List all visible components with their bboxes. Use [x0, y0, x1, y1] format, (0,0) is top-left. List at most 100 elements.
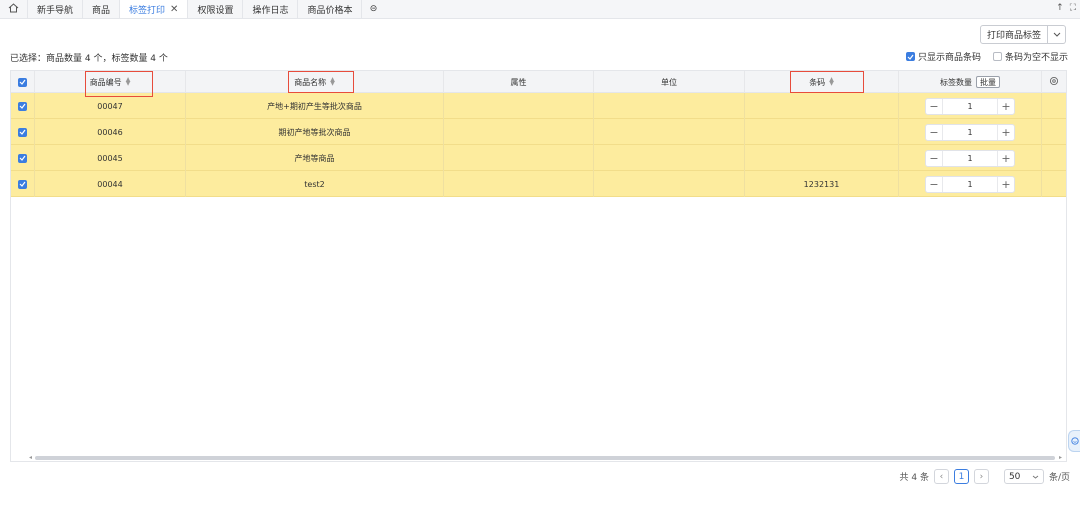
home-icon [8, 2, 19, 16]
plus-button[interactable]: + [998, 177, 1014, 192]
home-tab[interactable] [0, 0, 28, 18]
cell-code: 00044 [35, 171, 186, 197]
header-name[interactable]: 商品名称 ▲ ▼ [186, 71, 444, 93]
select-all-cell[interactable] [11, 71, 35, 93]
cell-label-qty: − 1 + [899, 119, 1042, 145]
sort-icon[interactable]: ▲ ▼ [126, 77, 131, 87]
fullscreen-icon[interactable]: ⛶ [1070, 3, 1076, 13]
table-header: 商品编号 ▲ ▼ 商品名称 ▲ ▼ 属性 单位 条码 ▲ ▼ 标签数量 批量 [11, 71, 1066, 93]
cell-unit [594, 171, 745, 197]
checkbox-checked-icon[interactable] [18, 153, 27, 163]
header-attr: 属性 [444, 71, 594, 93]
cell-spacer [1042, 171, 1066, 197]
total-count: 共 4 条 [899, 473, 929, 483]
page-size-unit: 条/页 [1048, 473, 1070, 483]
minus-button[interactable]: − [926, 125, 942, 140]
next-page-button[interactable]: › [973, 469, 989, 484]
table-row[interactable]: 00044 test2 1232131 − 1 + [11, 171, 1066, 197]
scroll-right-icon[interactable]: ▸ [1059, 454, 1062, 461]
page-size-select[interactable]: 50 [1003, 469, 1044, 484]
cell-code: 00047 [35, 93, 186, 119]
only-barcode-option[interactable]: 只显示商品条码 [905, 50, 981, 63]
hide-empty-barcode-option[interactable]: 条码为空不显示 [992, 50, 1068, 63]
row-select-cell[interactable] [11, 93, 35, 119]
tab-price-book[interactable]: 商品价格本 [298, 0, 363, 18]
checkbox-checked-icon[interactable] [905, 52, 915, 61]
checkbox-checked-icon[interactable] [18, 77, 27, 87]
minus-button[interactable]: − [926, 99, 942, 114]
cell-barcode [745, 119, 899, 145]
row-select-cell[interactable] [11, 119, 35, 145]
header-label: 商品编号 [89, 77, 122, 87]
column-settings-cell[interactable] [1042, 71, 1066, 93]
print-dropdown-button[interactable] [1048, 25, 1066, 44]
tab-label-print[interactable]: 标签打印 ✕ [120, 0, 189, 18]
plus-button[interactable]: + [998, 99, 1014, 114]
more-tabs-icon[interactable]: ⊝ [362, 0, 384, 18]
page-number-button[interactable]: 1 [953, 469, 969, 484]
scroll-left-icon[interactable]: ◂ [29, 454, 32, 461]
cell-spacer [1042, 145, 1066, 171]
cell-name: 期初产地等批次商品 [186, 119, 444, 145]
arrow-up-icon[interactable]: ↑ [1056, 3, 1064, 13]
cell-label-qty: − 1 + [899, 171, 1042, 197]
checkbox-unchecked-icon[interactable] [992, 52, 1002, 61]
sort-icon[interactable]: ▲ ▼ [829, 77, 834, 87]
sort-icon[interactable]: ▲ ▼ [330, 77, 335, 87]
cell-barcode [745, 145, 899, 171]
close-icon[interactable]: ✕ [170, 4, 178, 15]
quantity-input[interactable]: 1 [942, 150, 998, 166]
more-glyph: ⊝ [369, 4, 378, 14]
quantity-input[interactable]: 1 [942, 98, 998, 114]
tab-permissions[interactable]: 权限设置 [188, 0, 244, 18]
print-labels-button[interactable]: 打印商品标签 [979, 25, 1048, 44]
table-row[interactable]: 00047 产地+期初产生等批次商品 − 1 + [11, 93, 1066, 119]
quantity-stepper: − 1 + [925, 175, 1015, 193]
tab-label: 商品 [92, 5, 111, 16]
minus-button[interactable]: − [926, 177, 942, 192]
chevron-down-icon [1053, 30, 1061, 40]
cell-code: 00045 [35, 145, 186, 171]
row-select-cell[interactable] [11, 145, 35, 171]
cell-label-qty: − 1 + [899, 93, 1042, 119]
cell-unit [594, 119, 745, 145]
checkbox-checked-icon[interactable] [18, 179, 27, 189]
page-size-value: 50 [1008, 471, 1021, 482]
checkbox-checked-icon[interactable] [18, 127, 27, 137]
quantity-stepper: − 1 + [925, 123, 1015, 141]
cell-barcode: 1232131 [745, 171, 899, 197]
batch-button[interactable]: 批量 [976, 76, 1000, 88]
print-button-group: 打印商品标签 [979, 25, 1066, 44]
chevron-down-icon [1032, 472, 1039, 482]
display-options: 只显示商品条码 条码为空不显示 [905, 50, 1068, 63]
label-table: 商品编号 ▲ ▼ 商品名称 ▲ ▼ 属性 单位 条码 ▲ ▼ 标签数量 批量 0… [10, 70, 1067, 462]
quantity-input[interactable]: 1 [942, 176, 998, 192]
cell-unit [594, 145, 745, 171]
tab-guide[interactable]: 新手导航 [28, 0, 84, 18]
header-unit: 单位 [594, 71, 745, 93]
tab-label: 操作日志 [252, 5, 289, 16]
tab-goods[interactable]: 商品 [83, 0, 121, 18]
cell-name: test2 [186, 171, 444, 197]
option-label: 只显示商品条码 [917, 53, 981, 63]
header-label: 单位 [661, 77, 677, 87]
plus-button[interactable]: + [998, 125, 1014, 140]
header-label: 标签数量 [940, 77, 972, 87]
tab-operation-log[interactable]: 操作日志 [243, 0, 299, 18]
tab-label: 新手导航 [37, 5, 74, 16]
row-select-cell[interactable] [11, 171, 35, 197]
header-code[interactable]: 商品编号 ▲ ▼ [35, 71, 186, 93]
cell-attr [444, 93, 594, 119]
checkbox-checked-icon[interactable] [18, 101, 27, 111]
horizontal-scrollbar[interactable] [35, 456, 1055, 460]
prev-page-button[interactable]: ‹ [933, 469, 949, 484]
tab-label: 标签打印 [129, 5, 166, 16]
plus-button[interactable]: + [998, 151, 1014, 166]
header-barcode[interactable]: 条码 ▲ ▼ [745, 71, 899, 93]
gear-icon[interactable] [1049, 76, 1059, 88]
quantity-input[interactable]: 1 [942, 124, 998, 140]
table-row[interactable]: 00046 期初产地等批次商品 − 1 + [11, 119, 1066, 145]
chat-icon[interactable] [1068, 430, 1080, 452]
table-row[interactable]: 00045 产地等商品 − 1 + [11, 145, 1066, 171]
minus-button[interactable]: − [926, 151, 942, 166]
